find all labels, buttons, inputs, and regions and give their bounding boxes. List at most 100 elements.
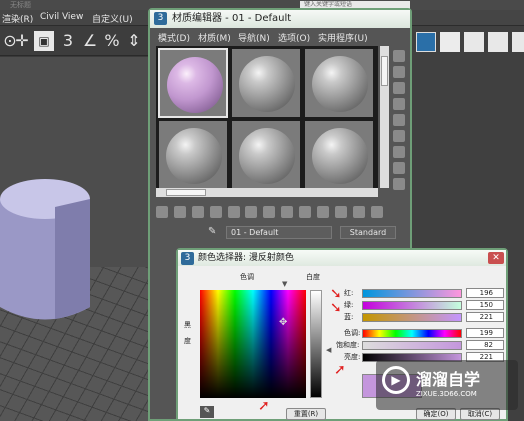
material-sphere-preview <box>239 128 295 184</box>
close-icon[interactable]: ✕ <box>488 252 504 264</box>
eyedropper-icon[interactable]: ✎ <box>208 226 220 238</box>
make-unique-icon[interactable] <box>245 206 258 218</box>
app-title: 无标题 <box>10 1 31 9</box>
material-slot[interactable] <box>231 120 301 190</box>
material-name-field[interactable]: 01 - Default <box>226 226 332 239</box>
assign-to-selection-icon[interactable] <box>191 206 204 218</box>
move-icon[interactable]: ✛ <box>12 31 32 51</box>
material-sphere-preview <box>312 56 368 112</box>
material-slot[interactable] <box>158 48 228 118</box>
green-slider[interactable] <box>362 301 462 310</box>
annotation-arrow-icon: ➚ <box>258 398 270 414</box>
blue-value-field[interactable]: 221 <box>466 312 504 322</box>
uv-tiling-icon[interactable] <box>393 98 405 110</box>
material-slot[interactable] <box>158 120 228 190</box>
angle-snap-icon[interactable]: ∠ <box>80 31 100 51</box>
snap-3-icon[interactable]: 3 <box>58 31 78 51</box>
toolbar-icon-b[interactable] <box>440 32 460 52</box>
annotation-arrow-icon: ➘ <box>330 300 342 316</box>
scroll-thumb[interactable] <box>166 189 206 196</box>
menu-item-customize[interactable]: 自定义(U) <box>92 12 133 25</box>
backlight-icon[interactable] <box>393 66 405 78</box>
menu-navigation[interactable]: 导航(N) <box>238 31 270 44</box>
black-label: 黑 <box>184 321 191 329</box>
video-check-icon[interactable] <box>393 114 405 126</box>
navigator-icon[interactable] <box>393 178 405 190</box>
toolbar-icon-a[interactable] <box>416 32 436 52</box>
pick-material-icon[interactable] <box>370 206 383 218</box>
watermark-logo-icon: ▶ <box>382 366 410 394</box>
show-end-result-icon[interactable] <box>316 206 329 218</box>
toolbar-icon-e[interactable] <box>512 32 524 52</box>
watermark: ▶ 溜溜自学 ZIXUE.3D66.COM <box>376 360 518 410</box>
sample-type-icon[interactable] <box>393 50 405 62</box>
whiteness-slider[interactable] <box>310 290 322 398</box>
material-sphere-preview <box>167 57 223 113</box>
options-icon[interactable] <box>393 146 405 158</box>
menu-material[interactable]: 材质(M) <box>198 31 231 44</box>
put-to-library-icon[interactable] <box>263 206 276 218</box>
make-preview-icon[interactable] <box>393 130 405 142</box>
background-icon[interactable] <box>393 82 405 94</box>
toolbar-icon-d[interactable] <box>488 32 508 52</box>
blue-slider[interactable] <box>362 313 462 322</box>
brightness-label: 亮度: <box>344 353 361 361</box>
select-by-material-icon[interactable] <box>393 162 405 174</box>
material-type-button[interactable]: Standard <box>340 226 396 239</box>
put-to-scene-icon[interactable] <box>173 206 186 218</box>
saturation-label: 饱和度: <box>336 341 360 349</box>
hue-value-label: 色调: <box>344 329 361 337</box>
material-sphere-preview <box>166 128 222 184</box>
reset-map-icon[interactable] <box>209 206 222 218</box>
menu-mode[interactable]: 模式(D) <box>158 31 190 44</box>
red-value-field[interactable]: 196 <box>466 288 504 298</box>
material-sphere-preview <box>312 128 368 184</box>
red-slider[interactable] <box>362 289 462 298</box>
reset-button[interactable]: 重置(R) <box>286 408 326 420</box>
cylinder-object[interactable] <box>0 167 100 327</box>
material-slot[interactable] <box>304 120 374 190</box>
percent-snap-icon[interactable]: % <box>102 31 122 51</box>
go-to-parent-icon[interactable] <box>334 206 347 218</box>
material-slot[interactable] <box>304 48 374 118</box>
menu-options[interactable]: 选项(O) <box>278 31 310 44</box>
scroll-thumb[interactable] <box>381 56 388 86</box>
green-value-field[interactable]: 150 <box>466 300 504 310</box>
spinner-snap-icon[interactable]: ⇕ <box>124 31 144 51</box>
green-label: 绿: <box>344 301 354 309</box>
get-material-icon[interactable] <box>156 206 168 218</box>
color-selector-title: 颜色选择器: 漫反射颜色 <box>178 250 506 266</box>
red-label: 红: <box>344 289 354 297</box>
hue-pointer-icon: ▼ <box>282 280 288 288</box>
go-forward-icon[interactable] <box>352 206 365 218</box>
sample-screen-icon[interactable]: ✎ <box>200 406 214 418</box>
blue-label: 蓝: <box>344 313 354 321</box>
hue-blackness-picker[interactable] <box>200 290 306 398</box>
hue-value-field[interactable]: 199 <box>466 328 504 338</box>
copy-material-icon[interactable] <box>227 206 240 218</box>
menu-item-civil-view[interactable]: Civil View <box>40 12 83 22</box>
select-region-icon[interactable]: ▣ <box>34 31 54 51</box>
hue-slider[interactable] <box>362 329 462 338</box>
toolbar-icon-c[interactable] <box>464 32 484 52</box>
app-3-icon: 3 <box>181 252 194 265</box>
saturation-slider[interactable] <box>362 341 462 350</box>
menu-item-render[interactable]: 渲染(R) <box>2 12 33 25</box>
color-crosshair-icon: ✥ <box>279 317 288 328</box>
slots-vertical-scrollbar[interactable] <box>380 46 389 188</box>
app-3-icon: 3 <box>154 12 167 25</box>
material-slot[interactable] <box>231 48 301 118</box>
material-editor-menu: 模式(D) 材质(M) 导航(N) 选项(O) 实用程序(U) <box>152 30 382 44</box>
hue-label: 色调 <box>240 273 254 281</box>
saturation-value-field[interactable]: 82 <box>466 340 504 350</box>
watermark-site: ZIXUE.3D66.COM <box>416 390 477 398</box>
whiteness-label: 白度 <box>306 273 320 281</box>
slots-horizontal-scrollbar[interactable] <box>156 188 378 197</box>
menu-utilities[interactable]: 实用程序(U) <box>318 31 368 44</box>
material-toolbar <box>156 206 396 222</box>
material-id-icon[interactable] <box>281 206 294 218</box>
material-side-tools <box>390 46 408 206</box>
show-map-icon[interactable] <box>299 206 311 218</box>
annotation-arrow-icon: ➚ <box>334 362 346 378</box>
degree-label: 度 <box>184 337 191 345</box>
